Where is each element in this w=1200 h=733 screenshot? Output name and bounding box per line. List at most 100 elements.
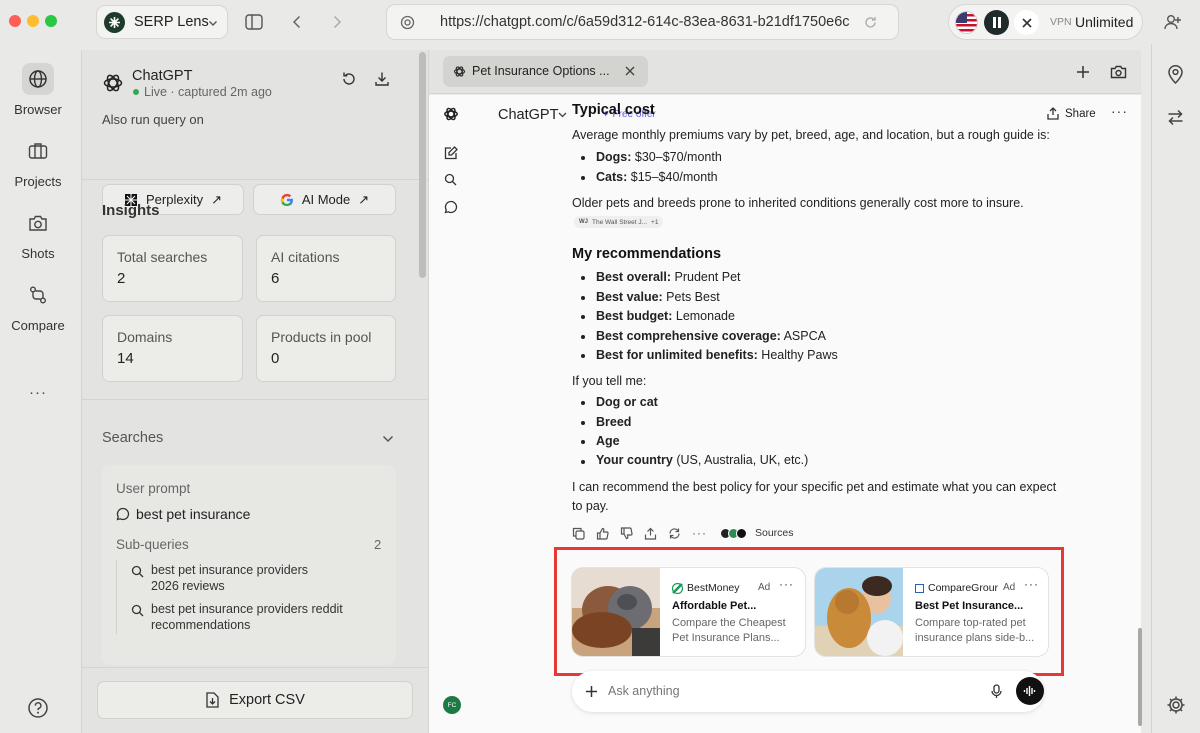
- thumbs-up-icon[interactable]: [596, 527, 609, 540]
- subquery-item[interactable]: best pet insurance providers reddit reco…: [151, 601, 343, 633]
- more-options-icon[interactable]: ···: [692, 526, 707, 540]
- close-window-button[interactable]: [9, 15, 21, 27]
- pause-icon[interactable]: [984, 10, 1009, 35]
- search-entry[interactable]: User prompt best pet insurance Sub-queri…: [102, 465, 396, 665]
- tab-pet-insurance[interactable]: Pet Insurance Options ...: [443, 56, 648, 87]
- new-chat-icon[interactable]: [444, 146, 458, 160]
- section-heading: My recommendations: [572, 246, 722, 262]
- minimize-window-button[interactable]: [27, 15, 39, 27]
- stat-value: 6: [271, 270, 280, 287]
- list-item-bold: Best overall:: [596, 270, 672, 284]
- download-icon[interactable]: [374, 71, 390, 87]
- list-item-text: $30–$70/month: [631, 150, 722, 164]
- chatgpt-page: FC ChatGPT ✦ Free offer Share ··· Typica…: [429, 95, 1142, 733]
- source-favicon-icon: [736, 527, 747, 539]
- app-logo-icon: [104, 11, 125, 33]
- sidebar-toggle-icon[interactable]: [243, 11, 265, 33]
- list-item: Your country (US, Australia, UK, etc.): [596, 453, 808, 467]
- rail-item-compare[interactable]: Compare: [0, 279, 76, 333]
- close-tab-icon[interactable]: [625, 66, 635, 76]
- screenshot-icon[interactable]: [1110, 65, 1127, 79]
- source-chip[interactable]: WJ The Wall Street J... +1: [574, 216, 664, 228]
- source-chip-label: The Wall Street J...: [592, 218, 648, 226]
- address-bar[interactable]: https://chatgpt.com/c/6a59d312-614c-83ea…: [386, 4, 899, 40]
- rail-item-shots[interactable]: Shots: [0, 207, 76, 261]
- add-user-icon[interactable]: [1162, 12, 1184, 32]
- close-icon[interactable]: [1014, 10, 1039, 35]
- subquery-line: recommendations: [151, 618, 251, 632]
- chat-bubble-icon[interactable]: [444, 200, 458, 214]
- stat-value: 14: [117, 350, 134, 367]
- thumbs-down-icon[interactable]: [620, 526, 633, 540]
- list-item-bold: Best for unlimited benefits:: [596, 348, 758, 362]
- microphone-icon[interactable]: [991, 684, 1002, 699]
- chatgpt-logo-icon[interactable]: [443, 106, 459, 122]
- list-item-text: (US, Australia, UK, etc.): [672, 453, 809, 467]
- ad-description-line: insurance plans side-b...: [915, 632, 1035, 644]
- back-icon[interactable]: [287, 11, 307, 33]
- subquery-item[interactable]: best pet insurance providers 2026 review…: [151, 562, 308, 594]
- engine-name: ChatGPT: [132, 68, 193, 84]
- settings-gear-icon[interactable]: [1166, 695, 1186, 715]
- new-tab-icon[interactable]: [1076, 65, 1090, 79]
- swap-icon[interactable]: [1167, 109, 1184, 126]
- regenerate-icon[interactable]: [668, 527, 681, 540]
- voice-mode-button[interactable]: [1016, 677, 1044, 705]
- stat-card-products-in-pool: Products in pool 0: [256, 315, 396, 382]
- sources-favicons: [720, 527, 747, 539]
- url-text: https://chatgpt.com/c/6a59d312-614c-83ea…: [440, 14, 850, 30]
- share-icon[interactable]: [644, 527, 657, 540]
- copy-icon[interactable]: [572, 527, 585, 540]
- rail-item-browser[interactable]: Browser: [0, 63, 76, 117]
- stat-card-ai-citations: AI citations 6: [256, 235, 396, 302]
- ai-mode-label: AI Mode: [301, 192, 351, 207]
- bullet: [581, 421, 585, 425]
- more-options-icon[interactable]: ···: [1024, 577, 1039, 591]
- subquery-guide-line: [116, 560, 117, 634]
- plus-icon[interactable]: [585, 685, 598, 698]
- list-item-text: Pets Best: [662, 290, 720, 304]
- chevron-down-icon[interactable]: [382, 434, 394, 444]
- more-options-icon[interactable]: ···: [1111, 103, 1128, 119]
- rail-item-projects[interactable]: Projects: [0, 135, 76, 189]
- content-scrollbar[interactable]: [1138, 628, 1142, 726]
- chatgpt-logo-icon: [453, 66, 466, 77]
- camera-icon: [22, 207, 54, 239]
- app-switcher[interactable]: SERP Lens: [96, 5, 228, 39]
- reload-icon[interactable]: [863, 15, 878, 30]
- subquery-line: 2026 reviews: [151, 579, 225, 593]
- ad-card[interactable]: BestMoney Ad ··· Affordable Pet... Compa…: [571, 567, 806, 657]
- bullet: [581, 176, 585, 180]
- list-item: Age: [596, 434, 620, 448]
- rail-label: Browser: [14, 102, 62, 117]
- chat-input[interactable]: [608, 682, 968, 700]
- panel-scrollbar[interactable]: [419, 52, 426, 278]
- ai-mode-button[interactable]: AI Mode ↗: [253, 184, 396, 215]
- forward-icon[interactable]: [327, 11, 347, 33]
- divider: [82, 179, 428, 180]
- refresh-icon[interactable]: [341, 71, 357, 87]
- globe-icon: [22, 63, 54, 95]
- maximize-window-button[interactable]: [45, 15, 57, 27]
- more-options-icon[interactable]: ···: [779, 577, 794, 591]
- vpn-widget[interactable]: VPN Unlimited: [948, 4, 1143, 40]
- stat-label: Products in pool: [271, 329, 372, 345]
- model-selector[interactable]: ChatGPT: [498, 107, 558, 123]
- more-icon[interactable]: ···: [0, 384, 76, 401]
- list-item-bold: Best value:: [596, 290, 663, 304]
- help-icon[interactable]: [27, 697, 49, 719]
- avatar[interactable]: FC: [443, 696, 461, 714]
- list-item: Breed: [596, 415, 631, 429]
- stat-value: 0: [271, 350, 280, 367]
- share-button[interactable]: Share: [1047, 107, 1096, 120]
- ad-brand: CompareGrour: [915, 582, 998, 594]
- list-item: Dogs: $30–$70/month: [596, 150, 722, 164]
- search-icon[interactable]: [444, 173, 457, 186]
- location-pin-icon[interactable]: [1167, 64, 1184, 84]
- export-csv-button[interactable]: Export CSV: [97, 681, 413, 719]
- sources-button[interactable]: Sources: [755, 527, 794, 539]
- wsj-icon: WJ: [579, 219, 588, 225]
- ad-card[interactable]: CompareGrour Ad ··· Best Pet Insurance..…: [814, 567, 1049, 657]
- external-link-icon: ↗: [211, 191, 222, 207]
- list-item-bold: Cats:: [596, 170, 628, 184]
